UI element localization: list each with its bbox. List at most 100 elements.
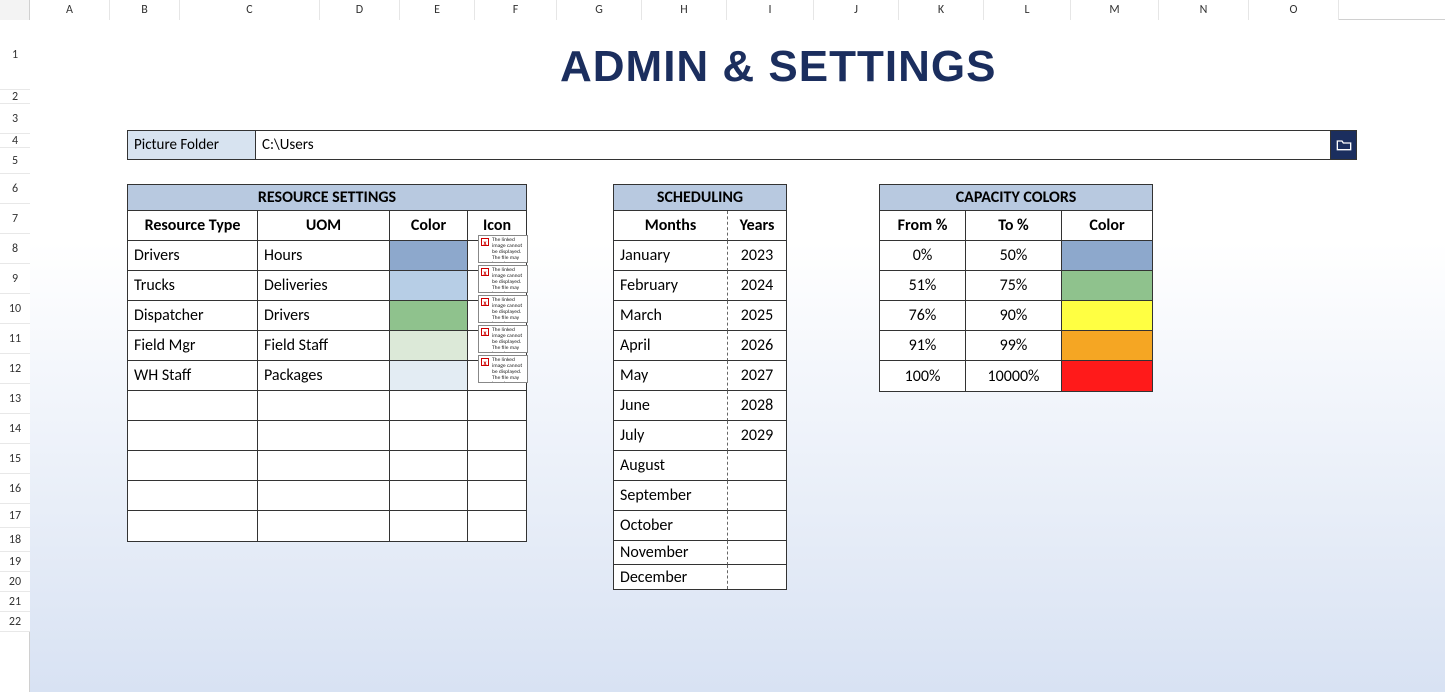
rs-color-cell[interactable]	[390, 361, 468, 391]
month-cell[interactable]: February	[614, 271, 728, 301]
row-header-16[interactable]: 16	[0, 474, 30, 504]
cc-color-cell[interactable]	[1062, 241, 1152, 271]
year-cell[interactable]	[728, 511, 786, 541]
row-header-12[interactable]: 12	[0, 354, 30, 384]
month-cell[interactable]: November	[614, 541, 728, 565]
year-cell[interactable]	[728, 541, 786, 565]
rs-uom-cell[interactable]: Field Staff	[258, 331, 390, 361]
row-header-11[interactable]: 11	[0, 324, 30, 354]
month-cell[interactable]: May	[614, 361, 728, 391]
cc-to-cell[interactable]: 50%	[966, 241, 1062, 271]
rs-type-cell[interactable]	[128, 511, 258, 541]
year-cell[interactable]	[728, 565, 786, 589]
rs-uom-cell[interactable]: Packages	[258, 361, 390, 391]
rs-type-cell[interactable]: WH Staff	[128, 361, 258, 391]
month-cell[interactable]: June	[614, 391, 728, 421]
year-cell[interactable]: 2029	[728, 421, 786, 451]
rs-type-cell[interactable]: Field Mgr	[128, 331, 258, 361]
column-header-I[interactable]: I	[727, 0, 814, 20]
browse-folder-button[interactable]	[1330, 131, 1356, 159]
year-cell[interactable]: 2023	[728, 241, 786, 271]
rs-uom-cell[interactable]	[258, 451, 390, 481]
month-cell[interactable]: March	[614, 301, 728, 331]
month-cell[interactable]: December	[614, 565, 728, 589]
row-header-8[interactable]: 8	[0, 234, 30, 264]
rs-color-cell[interactable]	[390, 421, 468, 451]
row-header-15[interactable]: 15	[0, 444, 30, 474]
row-header-9[interactable]: 9	[0, 264, 30, 294]
rs-uom-cell[interactable]	[258, 391, 390, 421]
cc-from-cell[interactable]: 0%	[880, 241, 966, 271]
column-header-F[interactable]: F	[475, 0, 557, 20]
rs-type-cell[interactable]: Drivers	[128, 241, 258, 271]
column-header-H[interactable]: H	[642, 0, 727, 20]
rs-uom-cell[interactable]	[258, 511, 390, 541]
cc-to-cell[interactable]: 90%	[966, 301, 1062, 331]
row-header-20[interactable]: 20	[0, 572, 30, 592]
year-cell[interactable]	[728, 451, 786, 481]
picture-folder-value[interactable]: C:\Users	[256, 131, 1330, 159]
rs-type-cell[interactable]	[128, 421, 258, 451]
row-header-17[interactable]: 17	[0, 504, 30, 528]
rs-icon-cell[interactable]	[468, 451, 526, 481]
column-header-L[interactable]: L	[984, 0, 1071, 20]
year-cell[interactable]: 2027	[728, 361, 786, 391]
column-header-E[interactable]: E	[400, 0, 475, 20]
column-header-J[interactable]: J	[814, 0, 899, 20]
row-header-10[interactable]: 10	[0, 294, 30, 324]
row-header-22[interactable]: 22	[0, 612, 30, 632]
rs-icon-cell[interactable]	[468, 391, 526, 421]
rs-type-cell[interactable]	[128, 481, 258, 511]
cc-color-cell[interactable]	[1062, 301, 1152, 331]
rs-color-cell[interactable]	[390, 451, 468, 481]
column-header-B[interactable]: B	[110, 0, 180, 20]
month-cell[interactable]: September	[614, 481, 728, 511]
rs-color-cell[interactable]	[390, 331, 468, 361]
year-cell[interactable]: 2025	[728, 301, 786, 331]
rs-uom-cell[interactable]: Hours	[258, 241, 390, 271]
column-header-C[interactable]: C	[180, 0, 320, 20]
rs-color-cell[interactable]	[390, 481, 468, 511]
row-header-7[interactable]: 7	[0, 204, 30, 234]
column-header-M[interactable]: M	[1071, 0, 1159, 20]
month-cell[interactable]: July	[614, 421, 728, 451]
year-cell[interactable]	[728, 481, 786, 511]
rs-type-cell[interactable]: Trucks	[128, 271, 258, 301]
column-header-D[interactable]: D	[320, 0, 400, 20]
select-all-corner[interactable]	[0, 0, 30, 20]
row-header-6[interactable]: 6	[0, 174, 30, 204]
column-header-K[interactable]: K	[899, 0, 984, 20]
row-header-13[interactable]: 13	[0, 384, 30, 414]
month-cell[interactable]: October	[614, 511, 728, 541]
rs-type-cell[interactable]	[128, 451, 258, 481]
row-header-14[interactable]: 14	[0, 414, 30, 444]
rs-uom-cell[interactable]: Deliveries	[258, 271, 390, 301]
cc-color-cell[interactable]	[1062, 271, 1152, 301]
cc-from-cell[interactable]: 91%	[880, 331, 966, 361]
rs-icon-cell[interactable]	[468, 421, 526, 451]
cc-from-cell[interactable]: 51%	[880, 271, 966, 301]
column-header-G[interactable]: G	[557, 0, 642, 20]
month-cell[interactable]: April	[614, 331, 728, 361]
month-cell[interactable]: January	[614, 241, 728, 271]
rs-uom-cell[interactable]: Drivers	[258, 301, 390, 331]
rs-icon-cell[interactable]	[468, 511, 526, 541]
row-header-18[interactable]: 18	[0, 528, 30, 552]
cc-to-cell[interactable]: 10000%	[966, 361, 1062, 391]
cc-color-cell[interactable]	[1062, 331, 1152, 361]
row-header-21[interactable]: 21	[0, 592, 30, 612]
row-header-19[interactable]: 19	[0, 552, 30, 572]
row-header-3[interactable]: 3	[0, 104, 30, 134]
cc-from-cell[interactable]: 76%	[880, 301, 966, 331]
rs-uom-cell[interactable]	[258, 421, 390, 451]
column-header-N[interactable]: N	[1159, 0, 1249, 20]
rs-color-cell[interactable]	[390, 301, 468, 331]
rs-icon-cell[interactable]	[468, 481, 526, 511]
sheet-content[interactable]: ADMIN & SETTINGS Picture Folder C:\Users…	[30, 20, 1445, 692]
row-header-2[interactable]: 2	[0, 90, 30, 104]
cc-color-cell[interactable]	[1062, 361, 1152, 391]
rs-color-cell[interactable]	[390, 391, 468, 421]
row-header-4[interactable]: 4	[0, 134, 30, 148]
column-header-A[interactable]: A	[30, 0, 110, 20]
rs-type-cell[interactable]	[128, 391, 258, 421]
